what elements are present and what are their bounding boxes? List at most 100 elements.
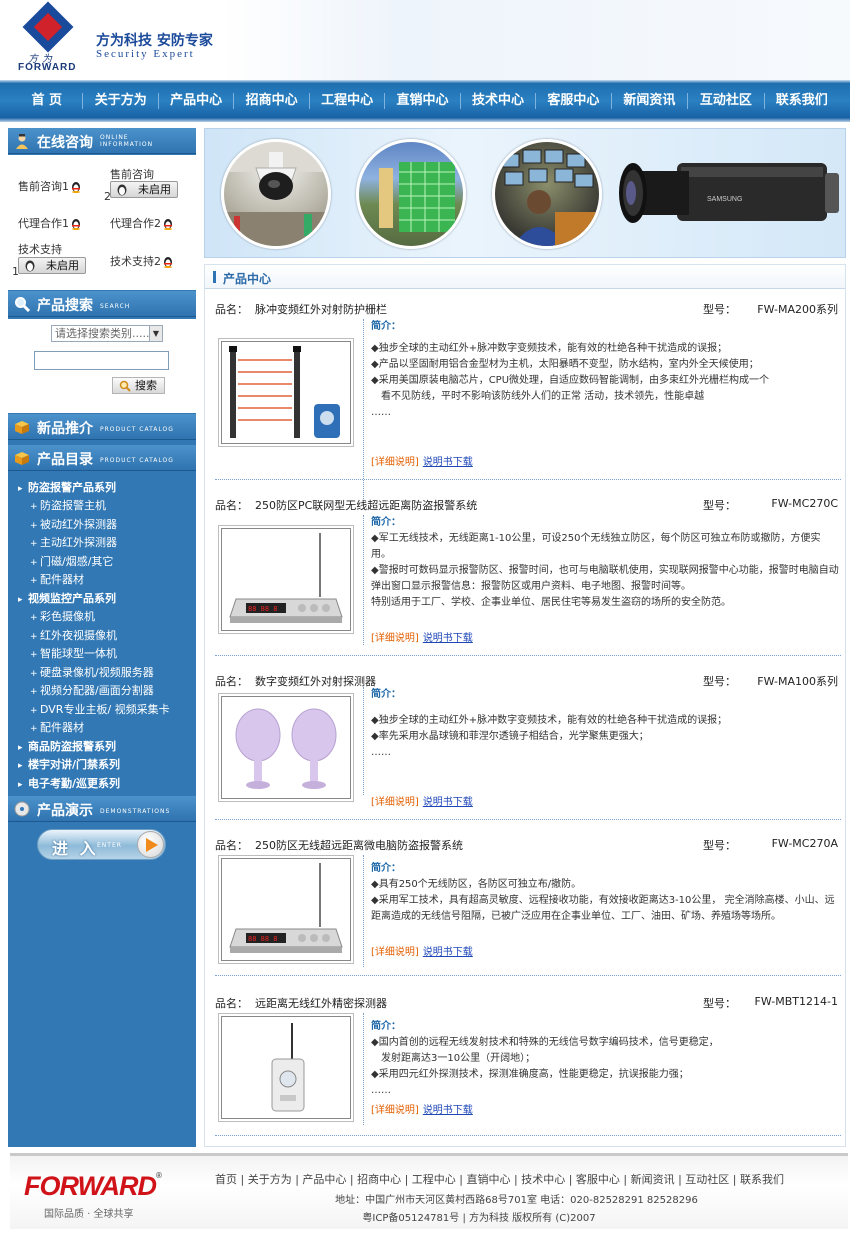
penguin-icon [25, 260, 35, 272]
catalog-item[interactable]: + 配件器材 [8, 719, 196, 735]
desc-line: ◆采用四元红外探测技术，探测准确度高，性能更稳定，抗误报能力强； [371, 1069, 689, 1080]
product-model: FW-MBT1214-1 [754, 995, 838, 1008]
support2-label: 技术支持2 [110, 255, 161, 268]
qq-penguin-icon [72, 219, 80, 230]
desc-line: ◆产品以坚固耐用铝合金型材为主机，太阳暴晒不变型，防水结构，室内外全天候使用； [371, 359, 759, 370]
product-model-label: 型号： [703, 839, 736, 852]
product-name-label: 品名： [215, 675, 248, 688]
manual-download-link[interactable]: 说明书下载 [423, 947, 473, 958]
new-products-title: 新品推介 [37, 421, 93, 437]
product-name-link[interactable]: 脉冲变频红外对射防护栅栏 [255, 301, 387, 317]
product-image[interactable]: 88 88 8 [218, 525, 354, 634]
nav-item-contact[interactable]: 联系我们 [765, 86, 839, 116]
nav-item-community[interactable]: 互动社区 [688, 86, 763, 116]
catalog-item[interactable]: + 红外夜视摄像机 [8, 627, 196, 643]
catalog-item[interactable]: ▸ 视频监控产品系列 [8, 590, 196, 606]
product-name-link[interactable]: 远距离无线红外精密探测器 [255, 995, 387, 1011]
enter-label: 进 入 [52, 839, 99, 858]
footer-nav[interactable]: 首页 | 关于方为 | 产品中心 | 招商中心 | 工程中心 | 直销中心 | … [215, 1171, 784, 1187]
intro-label: 简介： [371, 689, 401, 700]
nav-item-service[interactable]: 客服中心 [536, 86, 610, 116]
nav-item-home[interactable]: 首 页 [11, 86, 82, 116]
agent1-link[interactable]: 代理合作1 [18, 215, 81, 231]
qq-penguin-icon [72, 182, 80, 193]
search-button[interactable]: 搜索 [112, 377, 165, 394]
catalog-item[interactable]: + 硬盘录像机/视频服务器 [8, 664, 196, 680]
detail-link[interactable]: [详细说明] [371, 947, 419, 958]
new-products-header[interactable]: 新品推介 PRODUCT CATALOG [8, 414, 196, 440]
nav-item-news[interactable]: 新闻资讯 [612, 86, 687, 116]
chevron-down-icon: ▼ [149, 326, 162, 341]
product-image[interactable]: 88 88 8 [218, 855, 354, 964]
intro-label: 简介： [371, 863, 401, 874]
footer-copyright: 粤ICP备05124781号 | 方为科技 版权所有 (C)2007 [362, 1213, 596, 1224]
nav-item-engineering[interactable]: 工程中心 [310, 86, 384, 116]
product-name-link[interactable]: 数字变频红外对射探测器 [255, 673, 376, 689]
product-separator [215, 479, 841, 480]
product-links: [详细说明] 说明书下载 [371, 629, 473, 644]
desc-line: ◆国内首创的远程无线发射技术和特殊的无线信号数字编码技术，信号更稳定， [371, 1037, 719, 1048]
svg-text:SAMSUNG: SAMSUNG [707, 196, 742, 203]
nav-item-about[interactable]: 关于方为 [83, 86, 157, 116]
nav-item-investment[interactable]: 招商中心 [234, 86, 308, 116]
catalog-item[interactable]: + 防盗报警主机 [8, 497, 196, 513]
product-name-label: 品名： [215, 499, 248, 512]
catalog-item[interactable]: + 视频分配器/画面分割器 [8, 682, 196, 698]
manual-download-link[interactable]: 说明书下载 [423, 1105, 473, 1116]
nav-item-direct-sales[interactable]: 直销中心 [385, 86, 459, 116]
product-name-link[interactable]: 250防区无线超远距离微电脑防盗报警系统 [255, 837, 463, 853]
product-name-link[interactable]: 250防区PC联网型无线超远距离防盗报警系统 [255, 497, 477, 513]
intro-label: 简介： [371, 1021, 401, 1032]
detail-link[interactable]: [详细说明] [371, 797, 419, 808]
detail-link[interactable]: [详细说明] [371, 457, 419, 468]
demo-panel: 进 入 ENTER [8, 818, 196, 898]
user-icon [16, 134, 28, 149]
nav-item-tech[interactable]: 技术中心 [461, 86, 535, 116]
search-icon [119, 380, 131, 392]
catalog-item[interactable]: + 配件器材 [8, 571, 196, 587]
catalog-item[interactable]: + 被动红外探测器 [8, 516, 196, 532]
presale2-offline-button[interactable]: 未启用 [110, 181, 178, 198]
catalog-item[interactable]: + DVR专业主板/ 视频采集卡 [8, 701, 196, 717]
support2-link[interactable]: 技术支持2 [110, 253, 173, 269]
magnifier-icon [15, 297, 30, 312]
header: 方为 FORWARD 方为科技 安防专家 Security Expert [0, 0, 850, 80]
catalog-item[interactable]: + 智能球型一体机 [8, 645, 196, 661]
product-image[interactable] [218, 1013, 354, 1122]
enter-button[interactable]: 进 入 ENTER [37, 829, 166, 860]
manual-download-link[interactable]: 说明书下载 [423, 633, 473, 644]
support1-offline-button[interactable]: 未启用 [18, 257, 86, 274]
banner-monitoring-room-image [492, 139, 602, 249]
catalog-item[interactable]: + 主动红外探测器 [8, 534, 196, 550]
product-image[interactable] [218, 693, 354, 802]
product-separator [215, 819, 841, 820]
catalog-item[interactable]: ▸ 防盗报警产品系列 [8, 479, 196, 495]
product-image[interactable] [218, 338, 354, 447]
search-input[interactable] [34, 351, 169, 370]
catalog-item[interactable]: + 门磁/烟感/其它 [8, 553, 196, 569]
desc-line: ◆警报时可数码显示报警防区、报警时间，也可与电脑联机使用，实现联网报警中心功能，… [371, 565, 839, 592]
search-panel: 请选择搜索类别...... ▼ 搜索 [8, 319, 196, 413]
desc-line: 发射距离达3一10公里（开阔地）； [371, 1053, 536, 1064]
boxes-icon [15, 421, 29, 434]
manual-download-link[interactable]: 说明书下载 [423, 797, 473, 808]
desc-line: ◆独步全球的主动红外+脉冲数字变频技术，能有效的杜绝各种干扰造成的误报； [371, 343, 728, 354]
desc-line: ◆独步全球的主动红外+脉冲数字变频技术，能有效的杜绝各种干扰造成的误报； [371, 715, 728, 726]
desc-line: ◆采用军工技术，具有超高灵敏度、远程接收功能，有效接收距离达3-10公里， 完全… [371, 895, 835, 922]
manual-download-link[interactable]: 说明书下载 [423, 457, 473, 468]
catalog-item[interactable]: ▸ 电子考勤/巡更系列 [8, 775, 196, 791]
catalog-item[interactable]: ▸ 楼宇对讲/门禁系列 [8, 756, 196, 772]
catalog-item[interactable]: ▸ 商品防盗报警系列 [8, 738, 196, 754]
presale1-link[interactable]: 售前咨询1 [18, 178, 81, 194]
nav-item-products[interactable]: 产品中心 [159, 86, 233, 116]
banner-camera-image: SAMSUNG [619, 163, 839, 223]
search-category-select[interactable]: 请选择搜索类别...... ▼ [51, 325, 163, 342]
boxes-icon [15, 452, 29, 465]
catalog-item[interactable]: + 彩色摄像机 [8, 608, 196, 624]
footer-address: 地址：中国广州市天河区黄村西路68号701室 电话：020-82528291 8… [335, 1195, 698, 1206]
product-model-label: 型号： [703, 499, 736, 512]
detail-link[interactable]: [详细说明] [371, 1105, 419, 1116]
product-links: [详细说明] 说明书下载 [371, 1101, 473, 1116]
agent2-link[interactable]: 代理合作2 [110, 215, 173, 231]
detail-link[interactable]: [详细说明] [371, 633, 419, 644]
